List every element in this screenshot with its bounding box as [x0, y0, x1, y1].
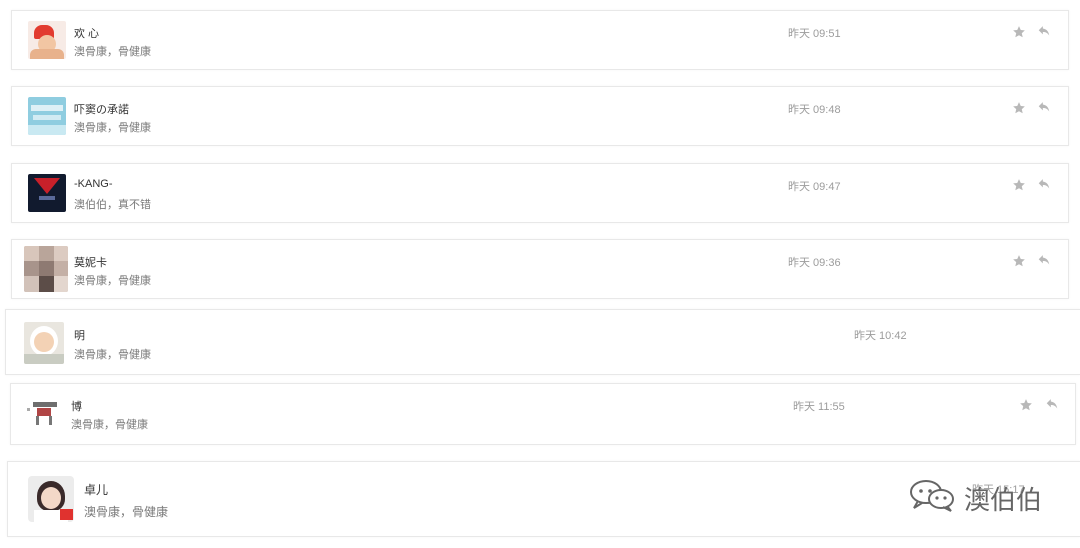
message-time: 昨天 09:48: [788, 104, 841, 116]
sender-name: -KANG-: [74, 178, 113, 190]
message-preview: 澳骨康，骨健康: [74, 275, 151, 287]
avatar: [28, 97, 66, 135]
message-row[interactable]: 欢 心 澳骨康，骨健康 昨天 09:51: [11, 10, 1069, 70]
reply-icon[interactable]: [1037, 25, 1051, 39]
star-icon[interactable]: [1012, 25, 1026, 39]
message-row[interactable]: -KANG- 澳伯伯，真不错 昨天 09:47: [11, 163, 1069, 223]
sender-name: 卓儿: [84, 483, 109, 497]
star-icon[interactable]: [1019, 398, 1033, 412]
message-row[interactable]: 吓窦の承諾 澳骨康，骨健康 昨天 09:48: [11, 86, 1069, 146]
wechat-icon: [908, 478, 958, 519]
sender-name: 欢 心: [74, 28, 100, 40]
message-time: 昨天 09:36: [788, 257, 841, 269]
message-preview: 澳骨康，骨健康: [74, 349, 151, 361]
avatar: [28, 174, 66, 212]
message-time: 昨天 10:42: [854, 330, 907, 342]
reply-icon[interactable]: [1045, 398, 1059, 412]
star-icon[interactable]: [1012, 178, 1026, 192]
sender-name: 莫妮卡: [74, 257, 107, 269]
avatar: [24, 246, 68, 292]
avatar: [27, 398, 61, 426]
star-icon[interactable]: [1012, 101, 1026, 115]
avatar: [28, 21, 66, 59]
sender-name: 博: [71, 401, 82, 413]
message-row[interactable]: 博 澳骨康，骨健康 昨天 11:55: [10, 383, 1076, 445]
message-preview: 澳伯伯，真不错: [74, 199, 151, 211]
avatar: [28, 476, 74, 522]
sender-name: 明: [74, 330, 85, 342]
watermark: 澳伯伯: [908, 478, 1042, 519]
message-preview: 澳骨康，骨健康: [84, 505, 169, 519]
message-preview: 澳骨康，骨健康: [74, 122, 151, 134]
watermark-text: 澳伯伯: [964, 486, 1043, 516]
message-row[interactable]: 明 澳骨康，骨健康 昨天 10:42: [5, 309, 1080, 375]
reply-icon[interactable]: [1037, 254, 1051, 268]
reply-icon[interactable]: [1037, 178, 1051, 192]
message-row[interactable]: 莫妮卡 澳骨康，骨健康 昨天 09:36: [11, 239, 1069, 299]
message-preview: 澳骨康，骨健康: [74, 46, 151, 58]
message-time: 昨天 11:55: [793, 401, 845, 413]
avatar: [24, 322, 64, 364]
sender-name: 吓窦の承諾: [74, 104, 129, 116]
message-time: 昨天 09:47: [788, 181, 841, 193]
message-time: 昨天 09:51: [788, 28, 841, 40]
message-preview: 澳骨康，骨健康: [71, 419, 148, 431]
star-icon[interactable]: [1012, 254, 1026, 268]
reply-icon[interactable]: [1037, 101, 1051, 115]
